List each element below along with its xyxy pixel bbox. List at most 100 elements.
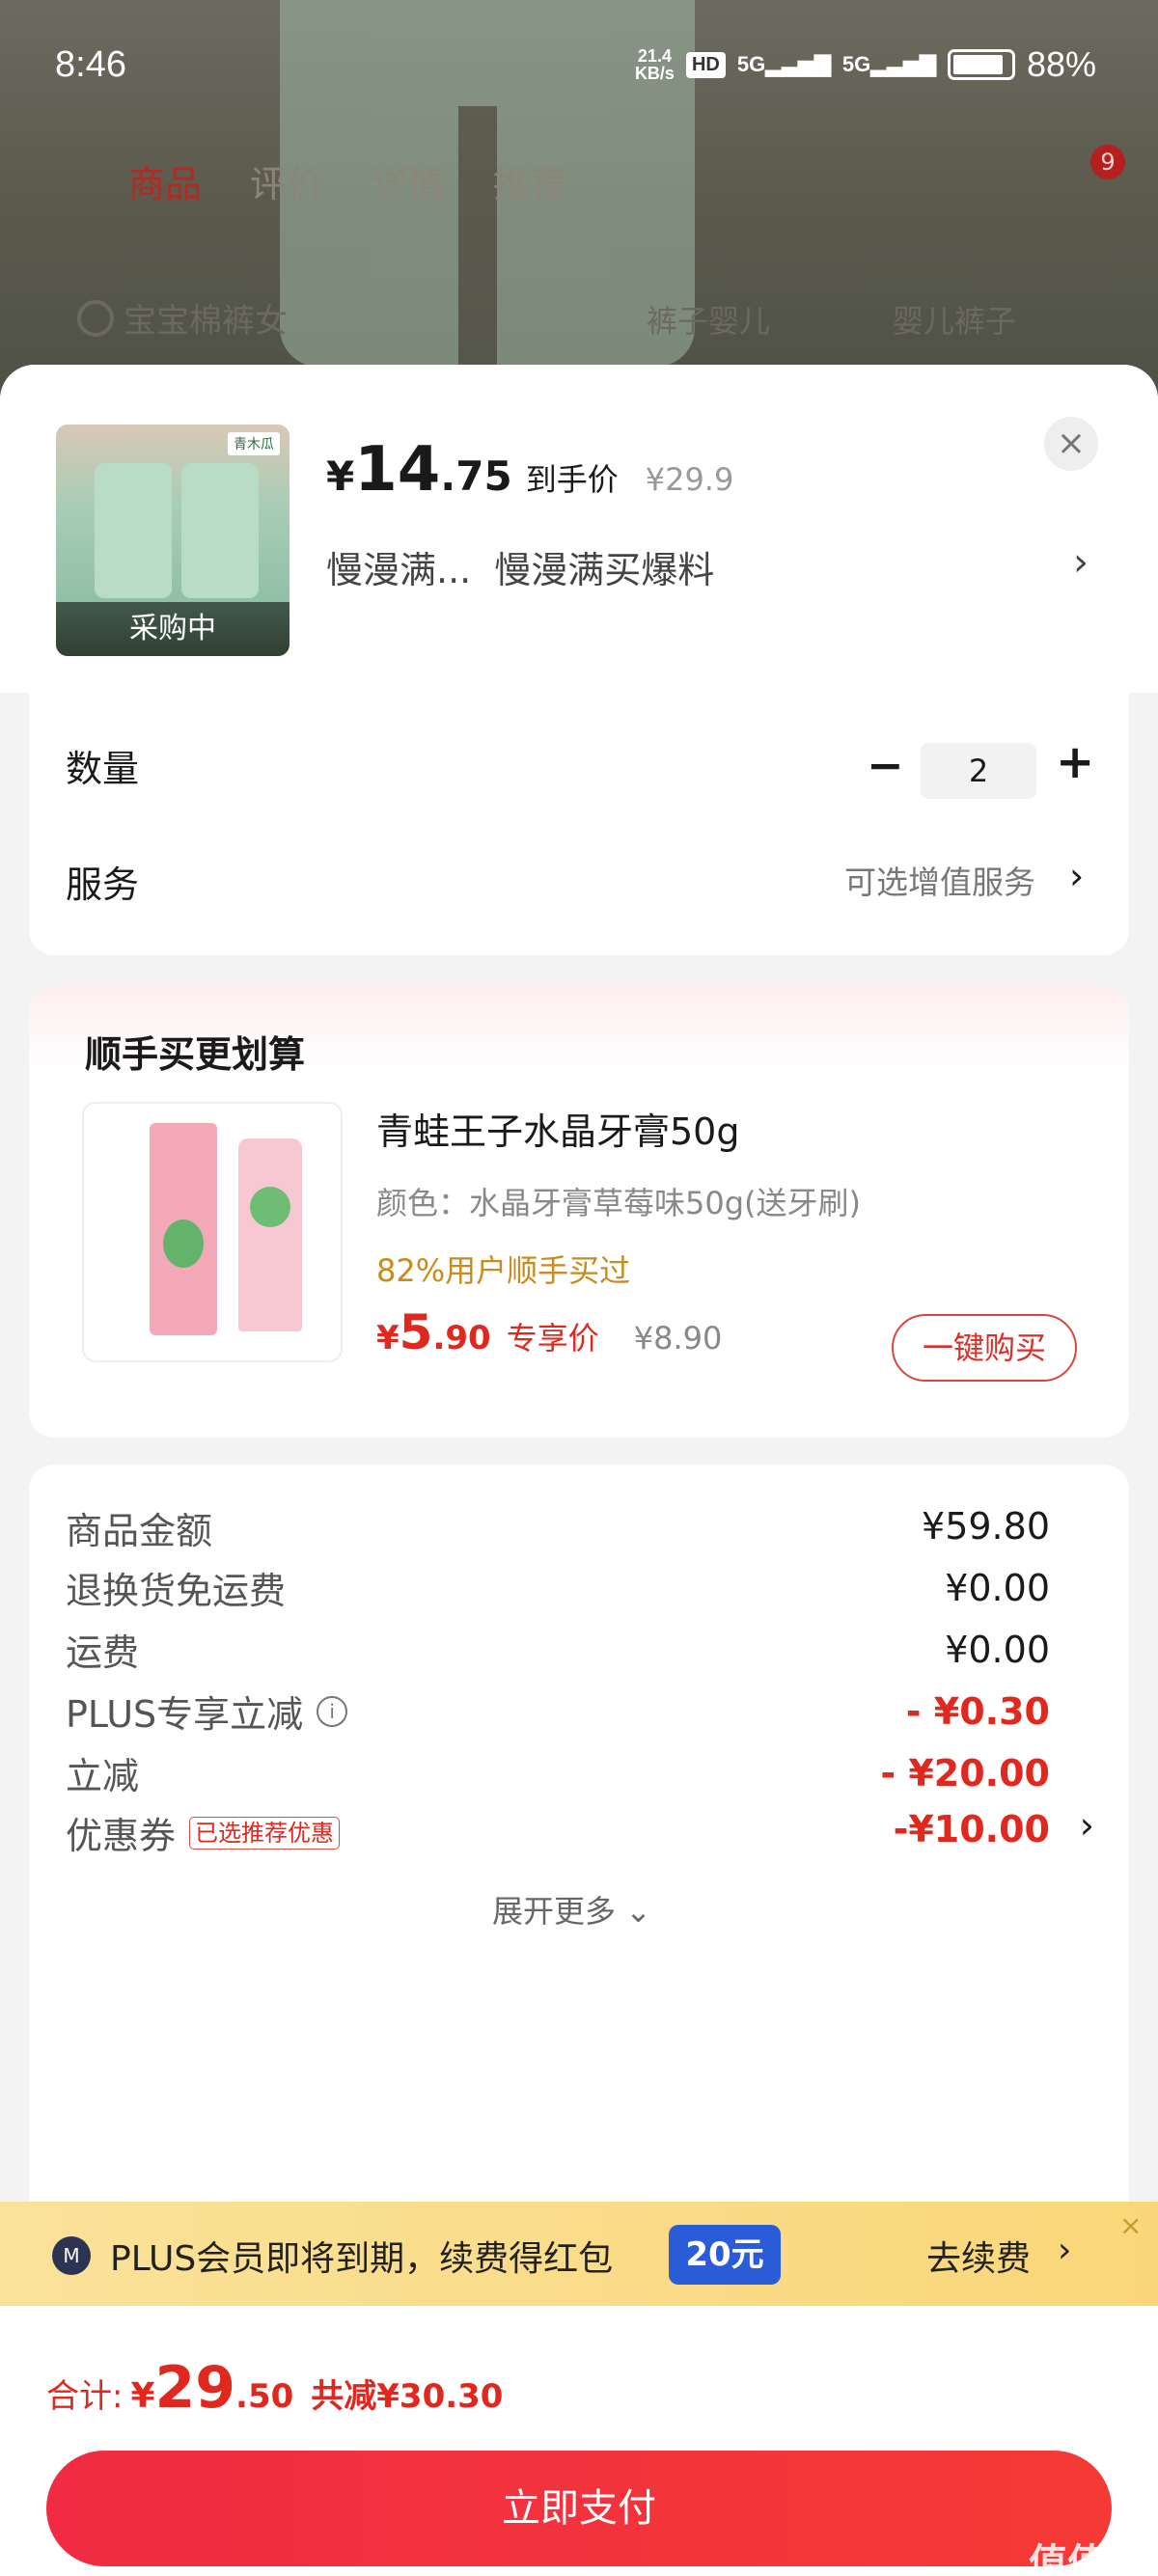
promo-label-2: 慢漫满买爆料 <box>494 549 715 591</box>
background-chip-1: 裤子婴儿 <box>647 303 771 340</box>
battery-percent: 88% <box>1026 44 1096 84</box>
signal-icon-2: 5G▂▃▅▇ <box>841 52 936 76</box>
close-icon[interactable]: × <box>1119 2209 1142 2241</box>
quantity-minus-button[interactable]: − <box>867 739 904 791</box>
search-text: 宝宝棉裤女 <box>124 302 288 341</box>
upsell-price-label: 专享价 <box>506 1320 599 1357</box>
order-total: 合计: ¥ 29 .50 共减¥30.30 <box>46 2354 503 2422</box>
upsell-title: 顺手买更划算 <box>85 1033 306 1076</box>
tab-goods: 商品 <box>128 163 203 206</box>
tab-recommend: 推荐 <box>493 163 567 206</box>
plus-membership-banner[interactable]: M PLUS会员即将到期，续费得红包 20元 去续费 › × <box>0 2202 1158 2306</box>
thumb-pant-leg-left <box>95 463 172 598</box>
quantity-stepper[interactable]: 2 <box>921 743 1036 799</box>
network-speed-value: 21.4 <box>637 46 672 66</box>
close-icon[interactable]: × <box>1044 417 1098 471</box>
background-search: 宝宝棉裤女 <box>77 294 288 342</box>
purchase-status: 采购中 <box>56 602 290 656</box>
fee-label-plus-discount: PLUS专享立减 <box>66 1693 304 1736</box>
expand-more-button[interactable]: 展开更多 ⌄ <box>492 1887 651 1932</box>
product-thumbnail[interactable]: 青木瓜 采购中 <box>56 425 290 656</box>
upsell-price-currency: ¥ <box>376 1319 400 1357</box>
fee-label-goods: 商品金额 <box>66 1510 213 1552</box>
upsell-social-proof: 82%用户顺手买过 <box>376 1252 631 1289</box>
original-price: ¥29.9 <box>645 461 734 498</box>
chevron-right-icon[interactable]: › <box>1058 2231 1071 2270</box>
checkout-sheet: 青木瓜 采购中 ¥ 14 .75 到手价 ¥29.9 × 慢漫满... 慢漫满买… <box>0 365 1158 2576</box>
fee-value-goods: ¥59.80 <box>922 1505 1050 1548</box>
plus-logo-icon: M <box>52 2236 91 2275</box>
fee-value-shipping: ¥0.00 <box>945 1629 1050 1671</box>
network-speed-unit: KB/s <box>634 64 675 83</box>
watermark-url: zhizhizhi.com <box>1039 2561 1144 2576</box>
fee-value-return-shipping: ¥0.00 <box>945 1567 1050 1609</box>
hd-icon: HD <box>685 51 726 78</box>
upsell-original-price: ¥8.90 <box>633 1320 723 1357</box>
signal-label-1: 5G <box>736 52 766 76</box>
coupon-tag: 已选推荐优惠 <box>189 1816 341 1850</box>
price-label: 到手价 <box>525 461 619 498</box>
fee-label-coupon: 优惠券 <box>66 1815 177 1857</box>
total-integer: 29 <box>154 2354 236 2422</box>
toothpaste-tube <box>238 1138 302 1331</box>
upsell-price-integer: 5 <box>399 1304 433 1360</box>
background-product-page: 8:46 21.4 KB/s HD 5G▂▃▅▇ 5G▂▃▅▇ 88% 商品 评… <box>0 0 1158 405</box>
upsell-product-name[interactable]: 青蛙王子水晶牙膏50g <box>376 1102 739 1155</box>
upsell-price-decimal: .90 <box>432 1319 491 1357</box>
signal-label-2: 5G <box>841 52 871 76</box>
status-icons: 21.4 KB/s HD 5G▂▃▅▇ 5G▂▃▅▇ 88% <box>635 44 1096 85</box>
info-icon[interactable]: i <box>317 1695 348 1727</box>
total-label: 合计: <box>46 2377 124 2416</box>
thumb-pant-leg-right <box>181 463 259 598</box>
tab-details: 详情 <box>372 163 446 206</box>
price-decimal: .75 <box>440 452 512 500</box>
fee-label-return-shipping: 退换货免运费 <box>66 1570 287 1612</box>
total-savings: 共减¥30.30 <box>311 2377 504 2416</box>
fee-row-plus-discount: PLUS专享立减 i <box>66 1685 348 1738</box>
fee-label-shipping: 运费 <box>66 1631 140 1674</box>
network-speed: 21.4 KB/s <box>635 47 675 82</box>
fee-label-instant-discount: 立减 <box>66 1755 140 1797</box>
quantity-label: 数量 <box>66 748 140 790</box>
service-value[interactable]: 可选增值服务 <box>844 857 1035 903</box>
price-currency: ¥ <box>326 452 355 500</box>
toothpaste-box <box>150 1123 217 1335</box>
plus-banner-text: PLUS会员即将到期，续费得红包 <box>110 2239 614 2279</box>
search-icon <box>77 299 114 337</box>
battery-icon <box>947 49 1015 80</box>
upsell-product-spec: 颜色：水晶牙膏草莓味50g(送牙刷) <box>376 1185 862 1221</box>
quantity-plus-button[interactable]: + <box>1056 735 1094 789</box>
promo-row[interactable]: 慢漫满... 慢漫满买爆料 <box>326 540 714 593</box>
status-bar: 8:46 21.4 KB/s HD 5G▂▃▅▇ 5G▂▃▅▇ 88% <box>0 39 1158 100</box>
one-click-buy-button[interactable]: 一键购买 <box>892 1314 1077 1382</box>
product-price: ¥ 14 .75 到手价 ¥29.9 <box>326 434 733 506</box>
upsell-price: ¥ 5 .90 专享价 ¥8.90 <box>376 1304 722 1360</box>
upsell-card: 顺手买更划算 青蛙王子水晶牙膏50g 颜色：水晶牙膏草莓味50g(送牙刷) 82… <box>29 986 1129 1438</box>
promo-label-1: 慢漫满... <box>326 549 472 591</box>
fee-value-plus-discount: - ¥0.30 <box>905 1690 1050 1733</box>
toothpaste-image[interactable] <box>82 1102 343 1362</box>
chevron-right-icon[interactable]: › <box>1080 1804 1094 1847</box>
checkout-bottom-bar: 合计: ¥ 29 .50 共减¥30.30 立即支付 <box>0 2306 1158 2576</box>
total-currency: ¥ <box>130 2376 155 2416</box>
fee-row-coupon[interactable]: 优惠券 已选推荐优惠 <box>66 1806 341 1859</box>
pay-now-button[interactable]: 立即支付 <box>46 2451 1112 2566</box>
plus-red-packet-badge: 20元 <box>669 2225 781 2285</box>
signal-icon: 5G▂▃▅▇ <box>736 52 831 76</box>
sheet-header: 青木瓜 采购中 ¥ 14 .75 到手价 ¥29.9 × 慢漫满... 慢漫满买… <box>0 365 1158 693</box>
fee-value-instant-discount: - ¥20.00 <box>880 1752 1050 1795</box>
total-decimal: .50 <box>235 2377 294 2416</box>
status-time: 8:46 <box>55 44 126 85</box>
service-label: 服务 <box>66 863 140 906</box>
quantity-service-card: 数量 − 2 + 服务 可选增值服务 › <box>29 691 1129 955</box>
background-chip-2: 婴儿裤子 <box>893 303 1017 340</box>
tab-reviews: 评价 <box>250 163 324 206</box>
cart-badge: 9 <box>1090 145 1125 179</box>
fee-value-coupon[interactable]: -¥10.00 <box>894 1808 1050 1850</box>
brand-tag: 青木瓜 <box>228 432 280 455</box>
background-tabs: 商品 评价 详情 推荐 <box>128 154 566 207</box>
renew-button[interactable]: 去续费 <box>926 2231 1031 2281</box>
chevron-right-icon[interactable]: › <box>1069 855 1084 897</box>
chevron-right-icon[interactable]: › <box>1073 540 1089 585</box>
price-integer: 14 <box>354 434 441 506</box>
